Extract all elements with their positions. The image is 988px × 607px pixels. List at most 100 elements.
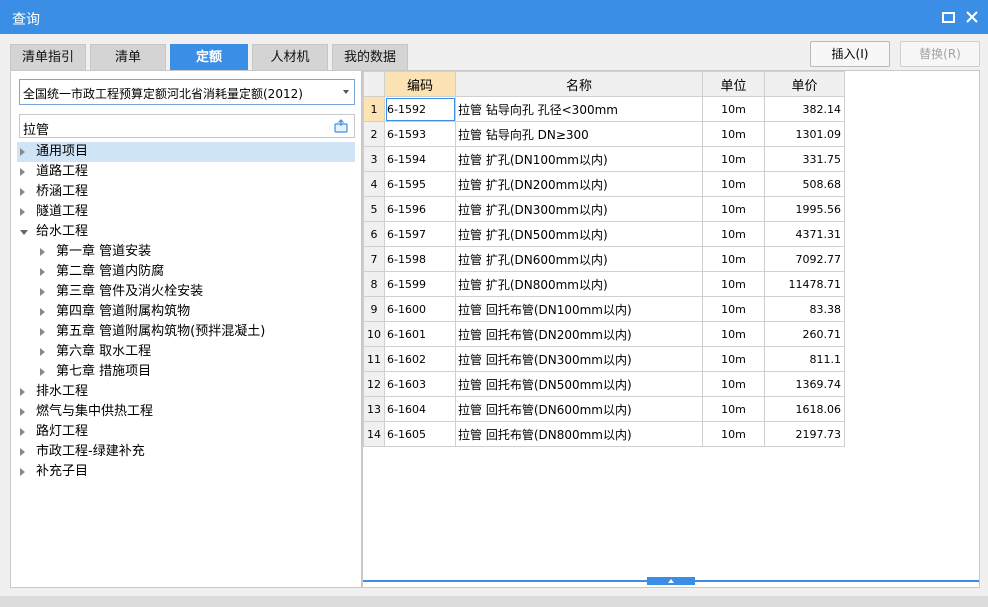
caret-right-icon[interactable] bbox=[40, 348, 45, 356]
cell-name[interactable]: 拉管 回托布管(DN300mm以内) bbox=[455, 346, 703, 372]
table-row[interactable]: 12 6-1603 拉管 回托布管(DN500mm以内) 10m 1369.74 bbox=[363, 371, 845, 397]
caret-right-icon[interactable] bbox=[40, 248, 45, 256]
cell-code[interactable]: 6-1603 bbox=[384, 371, 456, 397]
cell-name[interactable]: 拉管 扩孔(DN300mm以内) bbox=[455, 196, 703, 222]
cell-name[interactable]: 拉管 扩孔(DN200mm以内) bbox=[455, 171, 703, 197]
cell-price[interactable]: 508.68 bbox=[764, 171, 845, 197]
cell-code[interactable]: 6-1592 bbox=[384, 96, 456, 122]
cell-name[interactable]: 拉管 钻导向孔 DN≥300 bbox=[455, 121, 703, 147]
tree-item[interactable]: 桥涵工程 bbox=[17, 182, 355, 202]
cell-price[interactable]: 331.75 bbox=[764, 146, 845, 172]
cell-price[interactable]: 2197.73 bbox=[764, 421, 845, 447]
cell-code[interactable]: 6-1597 bbox=[384, 221, 456, 247]
tab-list[interactable]: 清单 bbox=[90, 44, 166, 70]
table-row[interactable]: 8 6-1599 拉管 扩孔(DN800mm以内) 10m 11478.71 bbox=[363, 271, 845, 297]
cell-price[interactable]: 4371.31 bbox=[764, 221, 845, 247]
cell-unit[interactable]: 10m bbox=[702, 121, 765, 147]
cell-name[interactable]: 拉管 回托布管(DN200mm以内) bbox=[455, 321, 703, 347]
row-number[interactable]: 2 bbox=[363, 121, 385, 147]
cell-name[interactable]: 拉管 扩孔(DN800mm以内) bbox=[455, 271, 703, 297]
caret-right-icon[interactable] bbox=[40, 268, 45, 276]
search-input[interactable]: 拉管 bbox=[19, 114, 355, 138]
maximize-icon[interactable] bbox=[940, 9, 956, 25]
caret-right-icon[interactable] bbox=[20, 448, 25, 456]
table-row[interactable]: 13 6-1604 拉管 回托布管(DN600mm以内) 10m 1618.06 bbox=[363, 396, 845, 422]
cell-code[interactable]: 6-1598 bbox=[384, 246, 456, 272]
cell-price[interactable]: 83.38 bbox=[764, 296, 845, 322]
cell-unit[interactable]: 10m bbox=[702, 221, 765, 247]
tree-item[interactable]: 市政工程-绿建补充 bbox=[17, 442, 355, 462]
cell-unit[interactable]: 10m bbox=[702, 171, 765, 197]
tree-item[interactable]: 燃气与集中供热工程 bbox=[17, 402, 355, 422]
cell-code[interactable]: 6-1594 bbox=[384, 146, 456, 172]
caret-right-icon[interactable] bbox=[20, 148, 25, 156]
row-number[interactable]: 13 bbox=[363, 396, 385, 422]
row-number[interactable]: 10 bbox=[363, 321, 385, 347]
tree-item[interactable]: 道路工程 bbox=[17, 162, 355, 182]
tree-item[interactable]: 第四章 管道附属构筑物 bbox=[17, 302, 355, 322]
table-row[interactable]: 11 6-1602 拉管 回托布管(DN300mm以内) 10m 811.1 bbox=[363, 346, 845, 372]
tree-item[interactable]: 第二章 管道内防腐 bbox=[17, 262, 355, 282]
cell-unit[interactable]: 10m bbox=[702, 346, 765, 372]
cell-name[interactable]: 拉管 扩孔(DN500mm以内) bbox=[455, 221, 703, 247]
cell-unit[interactable]: 10m bbox=[702, 96, 765, 122]
cell-unit[interactable]: 10m bbox=[702, 246, 765, 272]
cell-unit[interactable]: 10m bbox=[702, 196, 765, 222]
tree-item[interactable]: 路灯工程 bbox=[17, 422, 355, 442]
tree-item[interactable]: 给水工程 bbox=[17, 222, 355, 242]
tab-quota[interactable]: 定额 bbox=[170, 44, 248, 70]
cell-price[interactable]: 1301.09 bbox=[764, 121, 845, 147]
caret-right-icon[interactable] bbox=[20, 188, 25, 196]
tree-item[interactable]: 排水工程 bbox=[17, 382, 355, 402]
row-number[interactable]: 3 bbox=[363, 146, 385, 172]
tree-item[interactable]: 通用项目 bbox=[17, 142, 355, 162]
caret-right-icon[interactable] bbox=[40, 308, 45, 316]
tab-list-guide[interactable]: 清单指引 bbox=[10, 44, 86, 70]
table-row[interactable]: 7 6-1598 拉管 扩孔(DN600mm以内) 10m 7092.77 bbox=[363, 246, 845, 272]
caret-right-icon[interactable] bbox=[20, 208, 25, 216]
cell-name[interactable]: 拉管 扩孔(DN100mm以内) bbox=[455, 146, 703, 172]
tree-item[interactable]: 第五章 管道附属构筑物(预拌混凝土) bbox=[17, 322, 355, 342]
row-number[interactable]: 8 bbox=[363, 271, 385, 297]
cell-code[interactable]: 6-1595 bbox=[384, 171, 456, 197]
row-number[interactable]: 1 bbox=[363, 96, 385, 122]
row-number[interactable]: 14 bbox=[363, 421, 385, 447]
table-row[interactable]: 2 6-1593 拉管 钻导向孔 DN≥300 10m 1301.09 bbox=[363, 121, 845, 147]
cell-code[interactable]: 6-1601 bbox=[384, 321, 456, 347]
cell-price[interactable]: 1995.56 bbox=[764, 196, 845, 222]
cell-name[interactable]: 拉管 回托布管(DN500mm以内) bbox=[455, 371, 703, 397]
cell-unit[interactable]: 10m bbox=[702, 271, 765, 297]
cell-price[interactable]: 7092.77 bbox=[764, 246, 845, 272]
cell-name[interactable]: 拉管 回托布管(DN100mm以内) bbox=[455, 296, 703, 322]
cell-code[interactable]: 6-1600 bbox=[384, 296, 456, 322]
caret-right-icon[interactable] bbox=[40, 288, 45, 296]
cell-unit[interactable]: 10m bbox=[702, 371, 765, 397]
tree-item[interactable]: 隧道工程 bbox=[17, 202, 355, 222]
cell-unit[interactable]: 10m bbox=[702, 296, 765, 322]
table-row[interactable]: 10 6-1601 拉管 回托布管(DN200mm以内) 10m 260.71 bbox=[363, 321, 845, 347]
cell-code[interactable]: 6-1602 bbox=[384, 346, 456, 372]
tab-labor-materials[interactable]: 人材机 bbox=[252, 44, 328, 70]
cell-code[interactable]: 6-1593 bbox=[384, 121, 456, 147]
column-header-name[interactable]: 名称 bbox=[455, 71, 703, 97]
caret-right-icon[interactable] bbox=[20, 388, 25, 396]
tree-item[interactable]: 第七章 措施项目 bbox=[17, 362, 355, 382]
table-row[interactable]: 1 6-1592 拉管 钻导向孔 孔径<300mm 10m 382.14 bbox=[363, 96, 845, 122]
tab-my-data[interactable]: 我的数据 bbox=[332, 44, 408, 70]
cell-unit[interactable]: 10m bbox=[702, 421, 765, 447]
caret-right-icon[interactable] bbox=[40, 368, 45, 376]
tree-item[interactable]: 补充子目 bbox=[17, 462, 355, 482]
cell-code[interactable]: 6-1604 bbox=[384, 396, 456, 422]
cell-price[interactable]: 382.14 bbox=[764, 96, 845, 122]
cell-code[interactable]: 6-1596 bbox=[384, 196, 456, 222]
table-row[interactable]: 6 6-1597 拉管 扩孔(DN500mm以内) 10m 4371.31 bbox=[363, 221, 845, 247]
cell-unit[interactable]: 10m bbox=[702, 396, 765, 422]
cell-name[interactable]: 拉管 回托布管(DN800mm以内) bbox=[455, 421, 703, 447]
cell-price[interactable]: 260.71 bbox=[764, 321, 845, 347]
cell-price[interactable]: 1369.74 bbox=[764, 371, 845, 397]
cell-unit[interactable]: 10m bbox=[702, 321, 765, 347]
caret-down-icon[interactable] bbox=[20, 230, 28, 235]
row-number[interactable]: 6 bbox=[363, 221, 385, 247]
insert-button[interactable]: 插入(I) bbox=[810, 41, 890, 67]
chevron-down-icon[interactable] bbox=[343, 90, 349, 94]
